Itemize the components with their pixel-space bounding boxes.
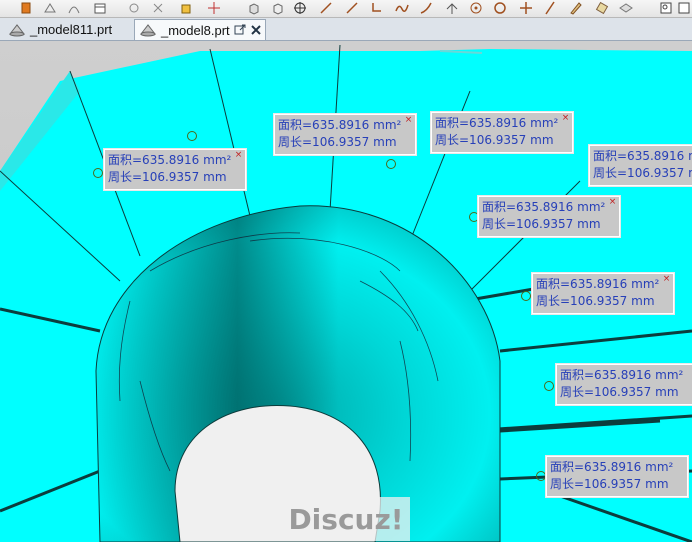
- measure-marker[interactable]: [93, 168, 103, 178]
- spline-icon[interactable]: [394, 0, 410, 15]
- line-icon[interactable]: [344, 0, 360, 15]
- watermark-logo: Discuz!: [282, 497, 410, 541]
- measurement-label[interactable]: 面积=635.8916 mm² 周长=106.9357 mm ×: [274, 114, 417, 155]
- area-text: 面积=635.8916 mm²: [108, 153, 232, 167]
- measurement-label[interactable]: 面积=635.8916 mm² 周长=106.9357 mm ×: [478, 196, 621, 237]
- corner-icon[interactable]: [368, 0, 384, 15]
- measure-marker[interactable]: [536, 471, 546, 481]
- perimeter-text: 周长=106.9357 mm: [435, 133, 554, 147]
- curve-icon[interactable]: [66, 0, 82, 15]
- close-icon[interactable]: ×: [663, 274, 671, 284]
- area-text: 面积=635.8916 mm²: [482, 200, 606, 214]
- move-icon[interactable]: [150, 0, 166, 15]
- cube-icon[interactable]: [178, 0, 194, 15]
- area-text: 面积=635.8916 mm²: [435, 116, 559, 130]
- perimeter-text: 周长=106.9357 mm: [550, 477, 669, 491]
- measurement-label[interactable]: 面积=635.8916 mm² 周长=106.9357 mm: [556, 364, 692, 405]
- part-file-icon: [139, 24, 157, 37]
- perimeter-text: 周长=106.9357 mm: [593, 166, 692, 180]
- sketch-icon[interactable]: [42, 0, 58, 15]
- close-icon[interactable]: ×: [235, 150, 243, 160]
- measure-marker[interactable]: [386, 159, 396, 169]
- area-text: 面积=635.8916 mm²: [278, 118, 402, 132]
- area-text: 面积=635.8916 mm²: [550, 460, 674, 474]
- cross-icon[interactable]: [518, 0, 534, 15]
- snap-icon[interactable]: [206, 0, 222, 15]
- tab-model8[interactable]: _model8.prt: [134, 19, 266, 40]
- close-icon[interactable]: ×: [405, 115, 413, 125]
- perimeter-text: 周长=106.9357 mm: [278, 135, 397, 149]
- pin-icon[interactable]: [234, 24, 246, 36]
- arrow-icon[interactable]: [444, 0, 460, 15]
- block-icon[interactable]: [18, 0, 34, 15]
- box-icon[interactable]: [270, 0, 286, 15]
- area-text: 面积=635.8916 mm²: [560, 368, 684, 382]
- measure-marker[interactable]: [544, 381, 554, 391]
- line-icon[interactable]: [318, 0, 334, 15]
- target-icon[interactable]: [292, 0, 308, 15]
- pen-icon[interactable]: [568, 0, 584, 15]
- measurement-label[interactable]: 面积=635.8916 mm² 周长=106.9357 mm ×: [104, 149, 247, 190]
- measurement-label[interactable]: 面积=635.8916 mm² 周长=106.9357 mm: [546, 456, 689, 497]
- area-text: 面积=635.8916 mm²: [536, 277, 660, 291]
- window-icon[interactable]: [676, 0, 692, 15]
- area-text: 面积=635.8916 mm: [593, 149, 692, 163]
- close-icon[interactable]: ×: [562, 113, 570, 123]
- box-icon[interactable]: [246, 0, 262, 15]
- tangent-icon[interactable]: [542, 0, 558, 15]
- measurement-label[interactable]: 面积=635.8916 mm² 周长=106.9357 mm ×: [431, 112, 574, 153]
- window-icon[interactable]: [658, 0, 674, 15]
- close-icon[interactable]: [250, 24, 262, 36]
- eraser-icon[interactable]: [594, 0, 610, 15]
- document-tab-bar: _model811.prt _model8.prt: [0, 18, 692, 41]
- curve-2-icon[interactable]: [418, 0, 434, 15]
- measure-marker[interactable]: [187, 131, 197, 141]
- perimeter-text: 周长=106.9357 mm: [560, 385, 679, 399]
- tab-label: _model811.prt: [30, 22, 113, 37]
- point-icon[interactable]: [468, 0, 484, 15]
- perimeter-text: 周长=106.9357 mm: [536, 294, 655, 308]
- tab-model811[interactable]: _model811.prt: [4, 19, 130, 40]
- perimeter-text: 周长=106.9357 mm: [482, 217, 601, 231]
- circle-icon[interactable]: [492, 0, 508, 15]
- part-file-icon: [8, 23, 26, 36]
- measurement-label[interactable]: 面积=635.8916 mm 周长=106.9357 mm: [589, 145, 692, 186]
- measurement-label[interactable]: 面积=635.8916 mm² 周长=106.9357 mm ×: [532, 273, 675, 314]
- measure-marker[interactable]: [521, 291, 531, 301]
- tab-label: _model8.prt: [161, 22, 230, 38]
- graphics-viewport[interactable]: 面积=635.8916 mm² 周长=106.9357 mm × 面积=635.…: [0, 41, 692, 542]
- main-toolbar: [0, 0, 692, 18]
- close-icon[interactable]: ×: [609, 197, 617, 207]
- feature-icon[interactable]: [126, 0, 142, 15]
- perimeter-text: 周长=106.9357 mm: [108, 170, 227, 184]
- table-icon[interactable]: [92, 0, 108, 15]
- layer-icon[interactable]: [618, 0, 634, 15]
